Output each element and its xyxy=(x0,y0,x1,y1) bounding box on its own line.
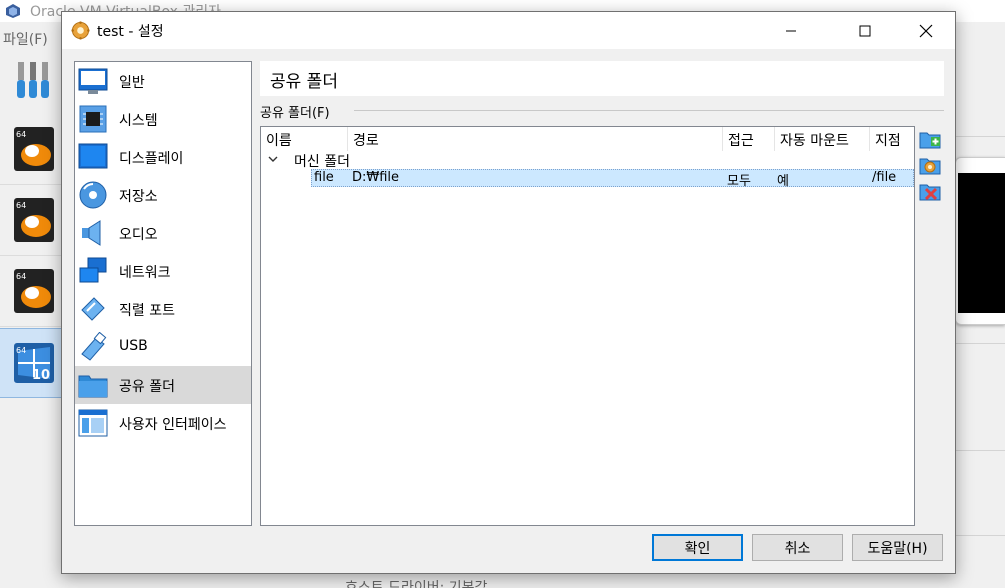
close-button[interactable] xyxy=(902,12,950,49)
help-button[interactable]: 도움말(H) xyxy=(852,534,943,561)
dialog-title: test - 설정 xyxy=(97,24,164,40)
preview-screen xyxy=(958,173,1005,313)
minimize-button[interactable] xyxy=(767,12,815,49)
category-user-interface[interactable]: 사용자 인터페이스 xyxy=(75,404,251,442)
category-label: 공유 폴더 xyxy=(119,379,175,395)
serial-port-icon xyxy=(81,297,105,321)
divider xyxy=(956,343,1005,344)
divider xyxy=(956,535,1005,536)
shared-folders-group-label: 공유 폴더(F) xyxy=(260,106,330,121)
folder-name: file xyxy=(314,170,334,185)
monitor-icon xyxy=(78,68,108,94)
settings-dialog: test - 설정 일반 시스템 디스플레이 저장소 오디오 네트워크 직렬 포… xyxy=(61,11,956,574)
shared-folder-toolbar xyxy=(919,128,943,208)
settings-gear-icon xyxy=(71,21,90,40)
dialog-titlebar: test - 설정 xyxy=(62,12,955,49)
vm-item[interactable]: 64 xyxy=(0,186,62,256)
disk-icon xyxy=(79,181,107,209)
remove-folder-icon[interactable] xyxy=(919,180,941,202)
speaker-icon xyxy=(82,220,101,246)
cancel-button[interactable]: 취소 xyxy=(752,534,843,561)
linux-vm-icon: 64 xyxy=(14,269,54,313)
svg-text:64: 64 xyxy=(16,201,26,210)
category-label: 직렬 포트 xyxy=(119,303,175,319)
maximize-icon xyxy=(859,25,871,36)
host-driver-status: 호스트 드라이버: 기본값 xyxy=(345,580,488,588)
usb-icon xyxy=(81,332,107,361)
category-system[interactable]: 시스템 xyxy=(75,100,251,138)
page-header: 공유 폴더 xyxy=(260,61,944,96)
category-general[interactable]: 일반 xyxy=(75,62,251,100)
network-icon xyxy=(79,257,107,283)
folder-path: D:₩file xyxy=(352,170,400,185)
column-name[interactable]: 이름 xyxy=(261,127,348,151)
minimize-icon xyxy=(786,30,796,31)
ui-icon xyxy=(78,409,108,437)
edit-folder-icon[interactable] xyxy=(919,154,941,176)
category-audio[interactable]: 오디오 xyxy=(75,214,251,252)
page-title: 공유 폴더 xyxy=(270,72,338,92)
category-usb[interactable]: USB xyxy=(75,328,251,366)
chip-icon xyxy=(79,105,107,133)
folder-access: 모두 xyxy=(727,174,751,189)
column-path[interactable]: 경로 xyxy=(348,127,723,151)
category-network[interactable]: 네트워크 xyxy=(75,252,251,290)
shared-folders-tree[interactable]: 이름 경로 접근 자동 마운트 지점 머신 폴더 file D:₩file 모두… xyxy=(260,126,915,526)
ok-button[interactable]: 확인 xyxy=(652,534,743,561)
folder-auto-mount: 예 xyxy=(777,174,789,189)
vm-item[interactable]: 64 xyxy=(0,115,62,185)
vm-preview xyxy=(955,157,1005,325)
maximize-button[interactable] xyxy=(841,12,889,49)
category-label: 사용자 인터페이스 xyxy=(119,417,227,433)
divider xyxy=(956,450,1005,451)
close-icon xyxy=(919,24,933,37)
vm-list: 64 64 64 64 10 xyxy=(0,115,62,588)
svg-text:64: 64 xyxy=(16,130,26,139)
category-label: 시스템 xyxy=(119,113,158,129)
vm-item[interactable]: 64 xyxy=(0,257,62,327)
settings-category-list: 일반 시스템 디스플레이 저장소 오디오 네트워크 직렬 포트 USB 공유 폴… xyxy=(74,61,252,526)
menu-file[interactable]: 파일(F) xyxy=(3,29,48,49)
windows10-vm-icon: 64 10 xyxy=(14,343,54,383)
vm-item-selected[interactable]: 64 10 xyxy=(0,328,62,398)
svg-text:10: 10 xyxy=(32,368,50,383)
column-access[interactable]: 접근 xyxy=(723,127,775,151)
category-label: USB xyxy=(119,338,148,354)
machine-folders-label: 머신 폴더 xyxy=(294,154,350,170)
category-label: 네트워크 xyxy=(119,265,171,281)
folder-icon xyxy=(78,375,108,398)
add-folder-icon[interactable] xyxy=(919,128,941,150)
category-display[interactable]: 디스플레이 xyxy=(75,138,251,176)
category-serial-port[interactable]: 직렬 포트 xyxy=(75,290,251,328)
machine-folders-group[interactable]: 머신 폴더 xyxy=(261,151,914,170)
column-auto-mount[interactable]: 자동 마운트 xyxy=(775,127,870,151)
category-label: 일반 xyxy=(119,75,145,91)
shared-folder-row[interactable]: file D:₩file 모두 예 /file xyxy=(311,169,914,189)
virtualbox-logo-icon xyxy=(6,4,20,18)
svg-text:64: 64 xyxy=(16,272,26,281)
tools-icon[interactable] xyxy=(16,58,56,102)
group-separator xyxy=(354,110,944,111)
display-icon xyxy=(78,143,108,169)
divider xyxy=(956,136,1005,137)
category-shared-folders[interactable]: 공유 폴더 xyxy=(75,366,251,404)
category-label: 오디오 xyxy=(119,227,158,243)
chevron-down-icon[interactable] xyxy=(267,153,279,165)
category-label: 저장소 xyxy=(119,189,158,205)
svg-text:64: 64 xyxy=(16,346,26,355)
linux-vm-icon: 64 xyxy=(14,127,54,171)
category-label: 디스플레이 xyxy=(119,151,184,167)
linux-vm-icon: 64 xyxy=(14,198,54,242)
column-mount-point[interactable]: 지점 xyxy=(870,127,914,151)
folder-mount-point: /file xyxy=(872,170,897,185)
category-storage[interactable]: 저장소 xyxy=(75,176,251,214)
